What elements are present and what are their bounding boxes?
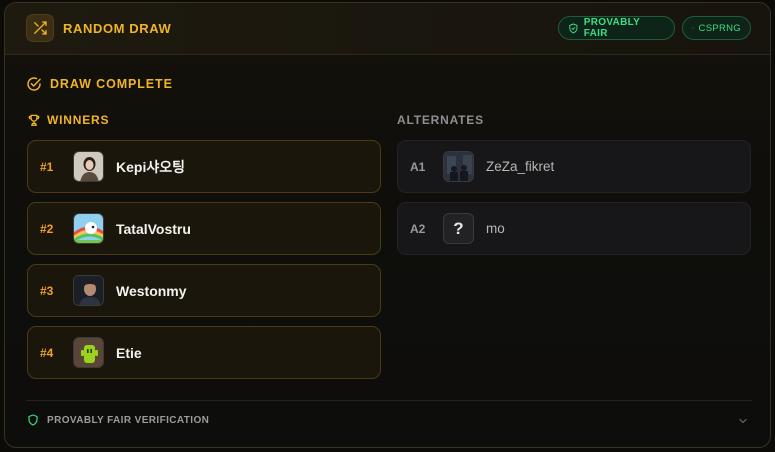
- avatar: [73, 213, 104, 244]
- shield-icon: [692, 27, 694, 29]
- winner-rank: #2: [40, 221, 54, 236]
- avatar-placeholder-glyph: ?: [453, 218, 464, 238]
- winner-username: TatalVostru: [116, 220, 191, 237]
- avatar: [73, 151, 104, 182]
- provably-fair-label: PROVABLY FAIR: [583, 17, 640, 39]
- winner-username: Westonmy: [116, 282, 187, 299]
- alternate-rank: A2: [410, 221, 426, 236]
- winners-title: WINNERS: [47, 113, 110, 127]
- winners-heading: WINNERS: [27, 113, 109, 127]
- avatar: [443, 151, 474, 182]
- shield-icon: [28, 414, 38, 426]
- winner-row: #4 Etie: [27, 326, 381, 379]
- draw-status: DRAW COMPLETE: [26, 76, 173, 92]
- provably-fair-badge: PROVABLY FAIR: [558, 16, 675, 40]
- alternates-heading: ALTERNATES: [397, 113, 484, 127]
- alternates-title: ALTERNATES: [397, 113, 484, 127]
- csprng-badge: CSPRNG: [682, 16, 751, 40]
- winner-row: #2 TatalVostru: [27, 202, 381, 255]
- alternate-username: ZeZa_fikret: [486, 159, 555, 174]
- chevron-down-icon[interactable]: [737, 414, 749, 432]
- avatar-placeholder: ?: [443, 213, 474, 244]
- verification-toggle[interactable]: PROVABLY FAIR VERIFICATION: [27, 414, 209, 426]
- winner-row: #3 Westonmy: [27, 264, 381, 317]
- avatar: [73, 337, 104, 368]
- check-circle-icon: [27, 77, 41, 91]
- verification-label: PROVABLY FAIR VERIFICATION: [47, 414, 210, 426]
- winner-rank: #4: [40, 345, 54, 360]
- csprng-label: CSPRNG: [698, 22, 741, 34]
- winner-rank: #3: [40, 283, 54, 298]
- shuffle-icon: [26, 14, 54, 42]
- alternate-row: A2 ? mo: [397, 202, 751, 255]
- divider: [26, 400, 752, 401]
- winner-username: Kepi샤오팅: [116, 158, 185, 175]
- panel-header: RANDOM DRAW PROVABLY FAIR CSPRNG: [5, 3, 770, 55]
- alternate-username: mo: [486, 221, 505, 236]
- alternate-rank: A1: [410, 159, 426, 174]
- winner-username: Etie: [116, 344, 142, 361]
- draw-status-label: DRAW COMPLETE: [50, 77, 173, 91]
- trophy-icon: [28, 114, 40, 126]
- alternate-row: A1 ZeZa_fikret: [397, 140, 751, 193]
- avatar: [73, 275, 104, 306]
- random-draw-panel: RANDOM DRAW PROVABLY FAIR CSPRNG DRAW CO…: [4, 2, 771, 448]
- winner-row: #1 Kepi샤오팅: [27, 140, 381, 193]
- panel-title: RANDOM DRAW: [63, 21, 172, 36]
- winner-rank: #1: [40, 159, 54, 174]
- shield-check-icon: [569, 23, 578, 33]
